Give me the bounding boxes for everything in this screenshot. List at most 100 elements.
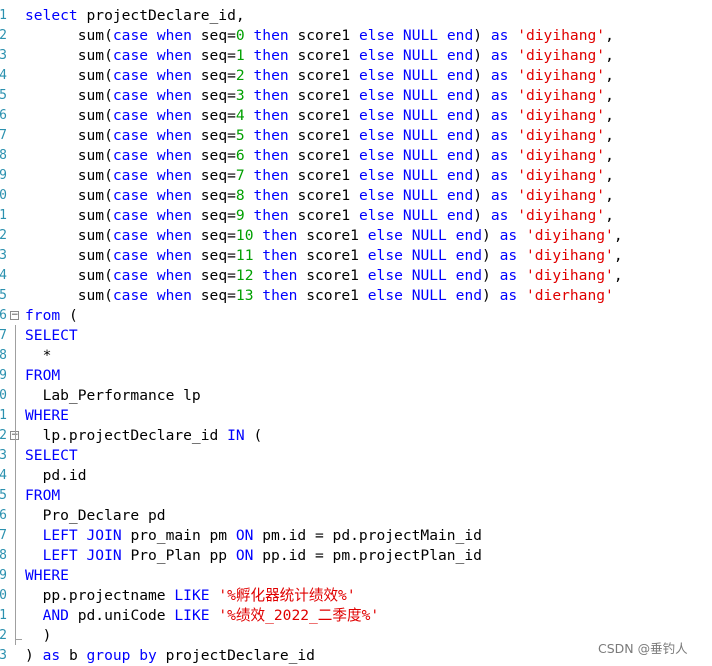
code-token: Pro_Plan pp bbox=[121, 547, 236, 564]
code-token: , bbox=[605, 87, 614, 104]
number-literal: 3 bbox=[235, 87, 245, 104]
sql-keyword: NULL bbox=[402, 67, 439, 84]
line-number: 3 bbox=[0, 648, 7, 663]
sql-keyword: case bbox=[112, 107, 149, 124]
code-token: score1 bbox=[288, 27, 359, 44]
sql-keyword: case bbox=[112, 207, 149, 224]
code-token: pro_main pm bbox=[121, 527, 236, 544]
fold-guide-outer bbox=[15, 325, 16, 645]
code-token: , bbox=[613, 267, 623, 284]
sql-code-editor[interactable]: 1 2 3 4 5 6 7 8 9 0 1 2 3 4 5 6 7 8 9 0 1 2 3 4 5 6 7 8 9 0 1 2 3− − sele… bbox=[0, 0, 712, 665]
line-number: 4 bbox=[0, 468, 7, 483]
code-token: pm.id = pd.projectMain_id bbox=[253, 527, 482, 544]
code-line: FROM bbox=[25, 366, 60, 386]
sql-keyword: NULL bbox=[402, 167, 439, 184]
number-literal: 9 bbox=[235, 207, 245, 224]
number-literal: 6 bbox=[235, 147, 245, 164]
line-number: 1 bbox=[0, 608, 7, 623]
line-number: 4 bbox=[0, 68, 7, 83]
code-token: score1 bbox=[288, 67, 359, 84]
sql-keyword: then bbox=[262, 247, 298, 264]
code-token: seq= bbox=[191, 247, 236, 264]
sql-keyword: then bbox=[253, 127, 289, 144]
sql-keyword: case bbox=[112, 47, 149, 64]
sql-keyword: LEFT JOIN bbox=[42, 547, 122, 564]
sql-keyword: when bbox=[156, 247, 192, 264]
sql-keyword: when bbox=[156, 27, 192, 44]
sql-keyword: when bbox=[156, 167, 192, 184]
code-line: SELECT bbox=[25, 326, 78, 346]
sql-keyword: SELECT bbox=[25, 327, 78, 344]
code-token: score1 bbox=[288, 187, 359, 204]
code-token: seq= bbox=[191, 87, 236, 104]
sql-keyword: as bbox=[490, 167, 509, 184]
sql-keyword: case bbox=[112, 267, 149, 284]
code-line: sum(case when seq=0 then score1 else NUL… bbox=[25, 26, 614, 46]
sql-keyword: LIKE bbox=[174, 587, 210, 604]
sql-keyword: else bbox=[358, 107, 395, 124]
code-token: seq= bbox=[191, 267, 236, 284]
string-literal: '%孵化器统计绩效%' bbox=[218, 587, 356, 604]
sql-keyword: from bbox=[25, 307, 61, 324]
sql-keyword: NULL bbox=[411, 227, 447, 244]
sql-keyword: as bbox=[490, 27, 509, 44]
line-number: 4 bbox=[0, 268, 7, 283]
line-number: 1 bbox=[0, 408, 7, 423]
sql-keyword: else bbox=[358, 67, 395, 84]
sql-keyword: end bbox=[446, 47, 474, 64]
sql-keyword: else bbox=[367, 267, 403, 284]
number-literal: 1 bbox=[235, 47, 245, 64]
sql-keyword: NULL bbox=[411, 287, 447, 304]
sql-keyword: end bbox=[446, 87, 474, 104]
code-line: Pro_Declare pd bbox=[25, 506, 166, 526]
sql-keyword: as bbox=[490, 147, 509, 164]
code-token: ( bbox=[244, 427, 263, 444]
code-line: ) bbox=[25, 626, 52, 646]
sql-keyword: then bbox=[253, 67, 289, 84]
code-token: projectDeclare_id, bbox=[77, 7, 245, 24]
line-number: 5 bbox=[0, 488, 7, 503]
sql-keyword: else bbox=[358, 207, 395, 224]
code-line: sum(case when seq=13 then score1 else NU… bbox=[25, 286, 614, 306]
code-token: , bbox=[605, 47, 614, 64]
sql-keyword: else bbox=[367, 227, 403, 244]
number-literal: 2 bbox=[235, 67, 245, 84]
sql-keyword: group by bbox=[86, 647, 157, 664]
sql-keyword: FROM bbox=[25, 487, 61, 504]
sql-keyword: when bbox=[156, 47, 192, 64]
sql-keyword: as bbox=[490, 87, 509, 104]
line-number: 1 bbox=[0, 8, 7, 23]
code-token: , bbox=[605, 27, 614, 44]
sql-keyword: when bbox=[156, 287, 192, 304]
string-literal: 'diyihang' bbox=[525, 247, 614, 264]
code-token: score1 bbox=[288, 107, 359, 124]
sql-keyword: ON bbox=[235, 547, 254, 564]
line-number: 9 bbox=[0, 568, 7, 583]
code-token: seq= bbox=[191, 127, 236, 144]
code-line: sum(case when seq=9 then score1 else NUL… bbox=[25, 206, 614, 226]
code-token: ) bbox=[473, 27, 491, 44]
fold-toggle-icon[interactable]: − bbox=[10, 311, 19, 320]
sql-keyword: case bbox=[112, 167, 149, 184]
sql-keyword: when bbox=[156, 207, 192, 224]
sql-keyword: end bbox=[446, 207, 474, 224]
code-token: sum( bbox=[25, 227, 113, 244]
